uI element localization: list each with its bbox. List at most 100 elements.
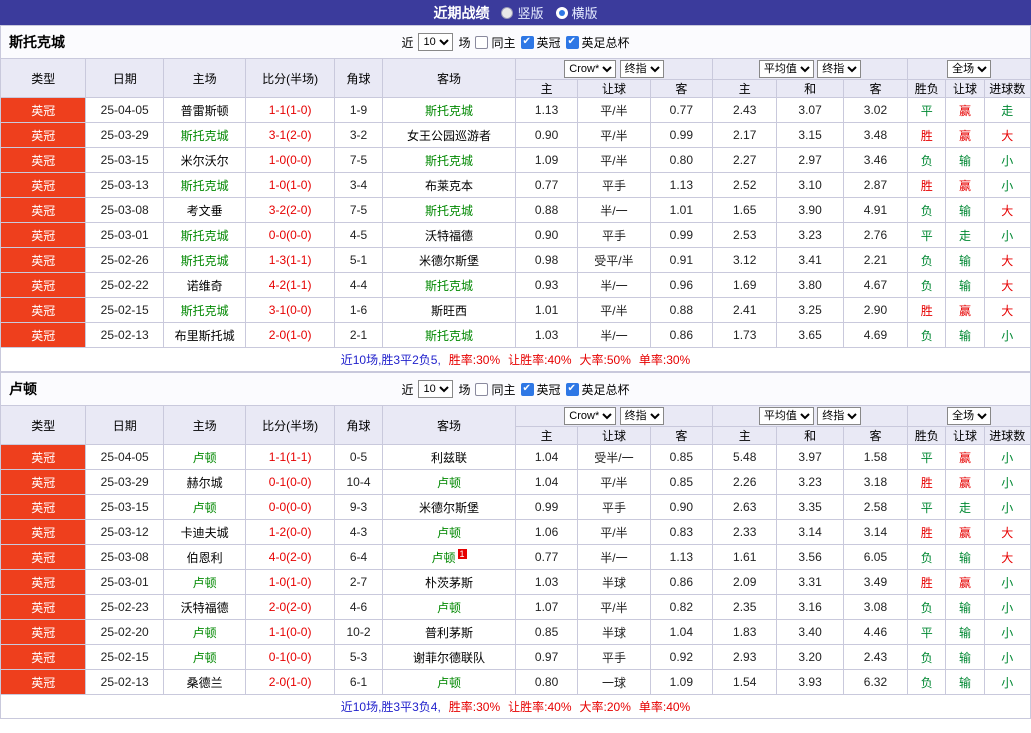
home-team[interactable]: 布里斯托城 xyxy=(162,322,247,348)
away-team[interactable]: 斯托克城 xyxy=(382,147,516,173)
match-count-select[interactable]: 10 xyxy=(418,33,454,51)
checkbox-same-home[interactable]: 同主 xyxy=(475,381,516,398)
avg-final-select[interactable]: 终指 xyxy=(817,407,862,425)
home-team[interactable]: 沃特福德 xyxy=(162,594,247,620)
checkbox-same-home[interactable]: 同主 xyxy=(475,34,516,51)
result-outcome: 负 xyxy=(907,197,947,223)
home-team[interactable]: 卢顿 xyxy=(162,569,247,595)
away-team[interactable]: 米德尔斯堡 xyxy=(382,247,516,273)
result-handicap: 赢 xyxy=(945,122,985,148)
away-team[interactable]: 卢顿 xyxy=(382,594,516,620)
result-outcome: 负 xyxy=(907,322,947,348)
home-team[interactable]: 卡迪夫城 xyxy=(162,519,247,545)
home-team[interactable]: 桑德兰 xyxy=(162,669,247,695)
odds-handicap: 平/半 xyxy=(577,147,651,173)
home-team[interactable]: 考文垂 xyxy=(162,197,247,223)
odds-handicap: 平手 xyxy=(577,172,651,198)
home-team[interactable]: 卢顿 xyxy=(162,619,247,645)
avg-final-select[interactable]: 终指 xyxy=(817,60,862,78)
checkbox-championship[interactable]: 英冠 xyxy=(520,381,561,398)
odds-handicap: 半球 xyxy=(577,619,651,645)
sub-header-odds-handicap: 让球 xyxy=(577,79,651,98)
away-team[interactable]: 斯托克城 xyxy=(382,272,516,298)
odds-away: 0.85 xyxy=(649,444,714,470)
home-team[interactable]: 斯托克城 xyxy=(162,172,247,198)
match-filter: 近 10 场 同主 英冠 英足总杯 xyxy=(401,33,630,51)
home-team[interactable]: 赫尔城 xyxy=(162,469,247,495)
odds-company-select[interactable]: Crow* xyxy=(564,60,617,78)
odds-home: 0.77 xyxy=(514,172,579,198)
away-team[interactable]: 米德尔斯堡 xyxy=(382,494,516,520)
match-date: 25-03-01 xyxy=(85,222,164,248)
league-badge: 英冠 xyxy=(0,197,87,223)
match-date: 25-04-05 xyxy=(85,97,164,123)
result-outcome: 平 xyxy=(907,222,947,248)
odds-final-select[interactable]: 终指 xyxy=(619,407,664,425)
corner-score: 2-1 xyxy=(333,322,384,348)
away-team[interactable]: 卢顿 xyxy=(382,669,516,695)
odds-handicap: 平/半 xyxy=(577,594,651,620)
layout-option-vertical[interactable]: 竖版 xyxy=(501,3,544,22)
home-team[interactable]: 普雷斯顿 xyxy=(162,97,247,123)
away-team[interactable]: 沃特福德 xyxy=(382,222,516,248)
avg-home: 2.63 xyxy=(712,494,778,520)
team-section-stoke: 斯托克城 近 10 场 同主 英冠 英足总杯 xyxy=(0,25,1031,372)
home-team[interactable]: 斯托克城 xyxy=(162,247,247,273)
corner-score: 4-5 xyxy=(333,222,384,248)
home-team[interactable]: 卢顿 xyxy=(162,444,247,470)
odds-away: 0.91 xyxy=(649,247,714,273)
odds-final-select[interactable]: 终指 xyxy=(619,60,664,78)
match-score: 2-0(1-0) xyxy=(245,322,335,348)
away-team[interactable]: 卢顿 xyxy=(382,519,516,545)
away-team[interactable]: 普利茅斯 xyxy=(382,619,516,645)
odds-away: 0.82 xyxy=(649,594,714,620)
result-outcome: 负 xyxy=(907,247,947,273)
avg-away: 6.32 xyxy=(842,669,909,695)
avg-home: 1.73 xyxy=(712,322,778,348)
league-badge: 英冠 xyxy=(0,519,87,545)
filter-prefix-label: 近 xyxy=(401,35,414,50)
col-header-away: 客场 xyxy=(382,405,516,445)
home-team[interactable]: 斯托克城 xyxy=(162,222,247,248)
away-team[interactable]: 谢菲尔德联队 xyxy=(382,644,516,670)
checkbox-icon xyxy=(475,35,489,49)
away-team[interactable]: 卢顿 xyxy=(382,469,516,495)
layout-option-horizontal[interactable]: 横版 xyxy=(555,3,598,22)
away-team[interactable]: 女王公园巡游者 xyxy=(382,122,516,148)
home-team[interactable]: 斯托克城 xyxy=(162,297,247,323)
checkbox-fa-cup[interactable]: 英足总杯 xyxy=(565,34,630,51)
away-team[interactable]: 布莱克本 xyxy=(382,172,516,198)
away-team[interactable]: 斯旺西 xyxy=(382,297,516,323)
avg-away: 3.49 xyxy=(842,569,909,595)
odds-home: 0.97 xyxy=(514,644,579,670)
avg-away: 4.69 xyxy=(842,322,909,348)
match-date: 25-02-13 xyxy=(85,322,164,348)
away-team[interactable]: 利兹联 xyxy=(382,444,516,470)
avg-select[interactable]: 平均值 xyxy=(758,60,814,78)
avg-away: 3.48 xyxy=(842,122,909,148)
away-team[interactable]: 斯托克城 xyxy=(382,322,516,348)
period-select[interactable]: 全场 xyxy=(947,407,992,425)
home-team[interactable]: 斯托克城 xyxy=(162,122,247,148)
home-team[interactable]: 米尔沃尔 xyxy=(162,147,247,173)
result-outcome: 平 xyxy=(907,619,947,645)
summary-handicap-rate: 让胜率:40% xyxy=(508,700,572,714)
home-team[interactable]: 诺维奇 xyxy=(162,272,247,298)
avg-select[interactable]: 平均值 xyxy=(758,407,814,425)
checkbox-championship[interactable]: 英冠 xyxy=(520,34,561,51)
avg-group-header: 平均值 终指 xyxy=(712,58,909,80)
period-select[interactable]: 全场 xyxy=(947,60,992,78)
home-team[interactable]: 卢顿 xyxy=(162,644,247,670)
away-team[interactable]: 朴茨茅斯 xyxy=(382,569,516,595)
away-team[interactable]: 卢顿 1 xyxy=(382,544,516,570)
result-goals: 小 xyxy=(983,494,1031,520)
checkbox-fa-cup[interactable]: 英足总杯 xyxy=(565,381,630,398)
table-row: 英冠 25-02-15 斯托克城 3-1(0-0) 1-6 斯旺西 1.01 平/半 0.88 2… xyxy=(0,297,1031,323)
match-count-select[interactable]: 10 xyxy=(418,380,454,398)
home-team[interactable]: 卢顿 xyxy=(162,494,247,520)
away-team[interactable]: 斯托克城 xyxy=(382,197,516,223)
odds-company-select[interactable]: Crow* xyxy=(564,407,617,425)
home-team[interactable]: 伯恩利 xyxy=(162,544,247,570)
away-team[interactable]: 斯托克城 xyxy=(382,97,516,123)
filter-suffix-label: 场 xyxy=(458,35,471,50)
